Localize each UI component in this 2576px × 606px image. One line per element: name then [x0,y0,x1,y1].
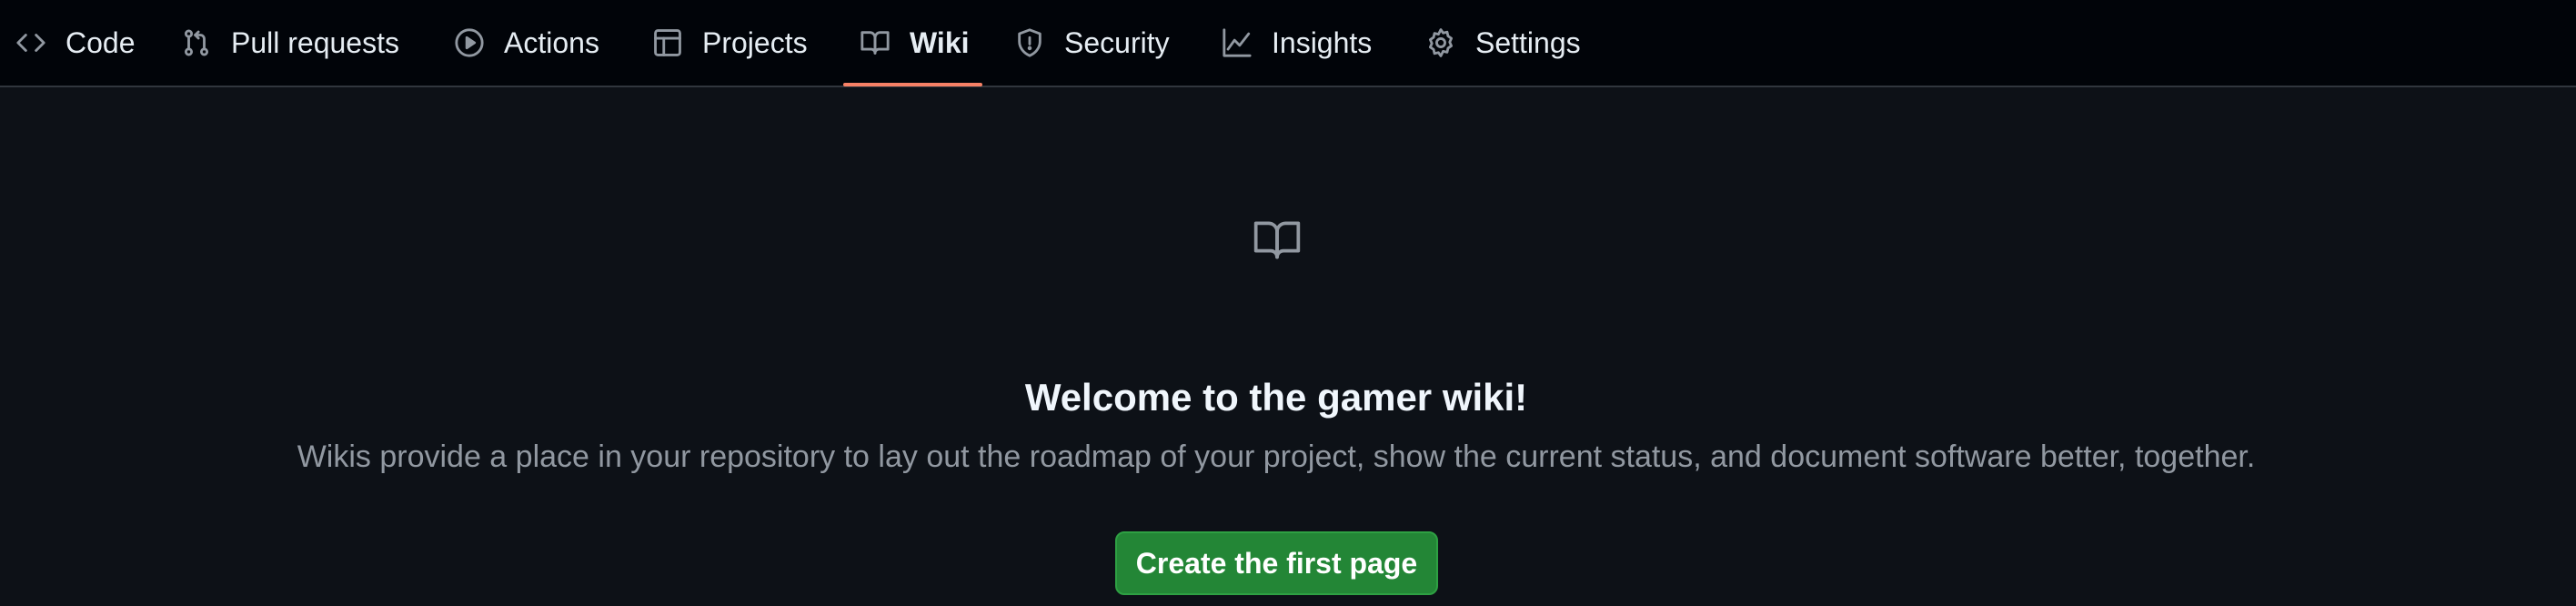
tab-pull-requests-label: Pull requests [231,25,399,59]
tab-projects-label: Projects [702,25,808,59]
tab-code[interactable]: Code [15,0,136,86]
tab-security[interactable]: Security [1013,0,1170,86]
create-first-page-button[interactable]: Create the first page [1115,531,1438,595]
gear-icon [1424,26,1457,59]
blankslate-description: Wikis provide a place in your repository… [297,439,2256,474]
tab-wiki[interactable]: Wiki [859,0,970,86]
tab-settings-label: Settings [1475,25,1581,59]
tab-security-label: Security [1064,25,1170,59]
tab-code-label: Code [65,25,136,59]
code-icon [15,26,47,59]
book-icon [859,26,891,59]
tab-settings[interactable]: Settings [1424,0,1581,86]
book-icon [1252,215,1303,266]
selected-tab-underline [843,83,982,86]
blankslate-title: Welcome to the gamer wiki! [1024,376,1528,419]
play-circle-icon [453,26,486,59]
shield-icon [1013,26,1046,59]
tab-insights[interactable]: Insights [1221,0,1372,86]
graph-icon [1221,26,1253,59]
tab-wiki-label: Wiki [910,25,970,59]
tab-projects[interactable]: Projects [651,0,808,86]
tab-actions-label: Actions [504,25,599,59]
tab-insights-label: Insights [1272,25,1373,59]
git-pull-request-icon [180,26,213,59]
wiki-page: Code Pull requests Actions Projects Wiki [0,0,2576,606]
repository-nav: Code Pull requests Actions Projects Wiki [0,0,2576,87]
tab-actions[interactable]: Actions [453,0,599,86]
tab-pull-requests[interactable]: Pull requests [180,0,399,86]
table-icon [651,26,684,59]
